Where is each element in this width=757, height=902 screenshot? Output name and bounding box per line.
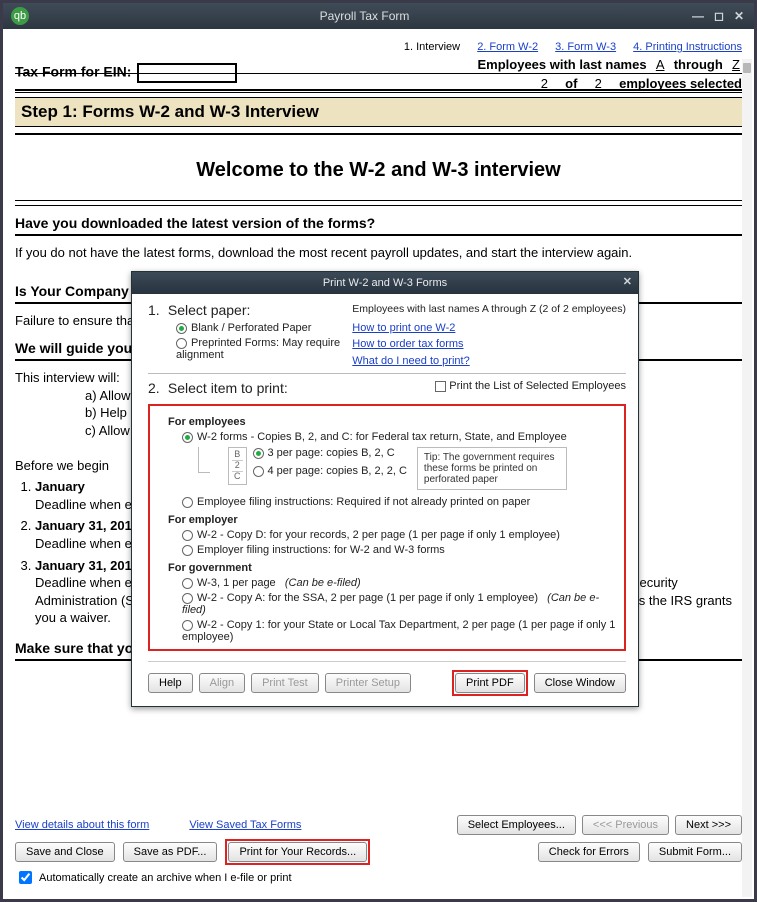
maximize-icon[interactable]: ◻ [714, 9, 724, 23]
emp-of-label: of [565, 76, 577, 91]
print-items-frame: For employees W-2 forms - Copies B, 2, a… [148, 404, 626, 651]
ein-label: Tax Form for EIN: [15, 64, 131, 80]
print-dialog: Print W-2 and W-3 Forms ✕ Employees with… [131, 271, 639, 707]
dialog-title: Print W-2 and W-3 Forms [323, 277, 447, 289]
radio-emp-instructions-label: Employee filing instructions: Required i… [197, 496, 530, 508]
radio-3-per-page-label: 3 per page: copies B, 2, C [268, 447, 395, 459]
content-area: 1. Interview 2. Form W-2 3. Form W-3 4. … [3, 29, 754, 899]
link-view-details[interactable]: View details about this form [15, 819, 149, 831]
cb-print-list[interactable] [435, 381, 446, 392]
tab-form-w3[interactable]: 3. Form W-3 [555, 41, 616, 53]
radio-w2-copy-a[interactable] [182, 593, 193, 604]
step1-title: Step 1: Forms W-2 and W-3 Interview [15, 97, 742, 127]
help-button[interactable]: Help [148, 673, 193, 693]
radio-w2-copy-a-label: W-2 - Copy A: for the SSA, 2 per page (1… [197, 592, 538, 604]
welcome-heading: Welcome to the W-2 and W-3 interview [15, 141, 742, 196]
align-button[interactable]: Align [199, 673, 245, 693]
radio-w2-copy-1-label: W-2 - Copy 1: for your State or Local Ta… [182, 619, 615, 643]
auto-archive-row: Automatically create an archive when I e… [15, 868, 292, 887]
dialog-help-links: Employees with last names A through Z (2… [352, 302, 626, 369]
sub-employer: For employer [168, 514, 620, 526]
section-download: Have you downloaded the latest version o… [15, 212, 742, 236]
deadline1-title: January [35, 479, 85, 494]
emp-sel-count: 2 [531, 76, 558, 91]
dialog-close-icon[interactable]: ✕ [623, 275, 632, 288]
tab-interview[interactable]: 1. Interview [404, 41, 460, 53]
emp-range-to: Z [730, 57, 742, 72]
minimize-icon[interactable]: — [692, 9, 704, 23]
select-employees-button[interactable]: Select Employees... [457, 815, 576, 835]
check-errors-button[interactable]: Check for Errors [538, 842, 640, 862]
radio-4-per-page[interactable] [253, 466, 264, 477]
sub-government: For government [168, 562, 620, 574]
radio-emp-instructions[interactable] [182, 497, 193, 508]
link-how-print-one[interactable]: How to print one W-2 [352, 320, 626, 337]
radio-w2-copies-b2c-label: W-2 forms - Copies B, 2, and C: for Fede… [197, 431, 567, 443]
save-close-button[interactable]: Save and Close [15, 842, 115, 862]
radio-w2-copies-b2c[interactable] [182, 432, 193, 443]
emp-sel-total: 2 [585, 76, 612, 91]
emp-range-from: A [654, 57, 667, 72]
deadline3-title: January 31, 2019 [35, 558, 139, 573]
dialog-emp-summary: Employees with last names A through Z (2… [352, 302, 626, 318]
dialog-title-bar: Print W-2 and W-3 Forms ✕ [132, 272, 638, 294]
guide-before: Before we begin [15, 458, 109, 473]
tab-form-w2[interactable]: 2. Form W-2 [477, 41, 538, 53]
radio-w3-label: W-3, 1 per page [197, 577, 276, 589]
emp-range-label: Employees with last names [478, 57, 647, 72]
auto-archive-label: Automatically create an archive when I e… [39, 872, 292, 884]
radio-3-per-page[interactable] [253, 448, 264, 459]
link-how-order[interactable]: How to order tax forms [352, 336, 626, 353]
print-pdf-button[interactable]: Print PDF [455, 673, 525, 693]
radio-blank-paper[interactable] [176, 323, 187, 334]
radio-w2-copy-d[interactable] [182, 530, 193, 541]
radio-blank-paper-label: Blank / Perforated Paper [191, 322, 311, 334]
print-test-button[interactable]: Print Test [251, 673, 319, 693]
deadline2-title: January 31, 2019 [35, 518, 139, 533]
radio-w3[interactable] [182, 578, 193, 589]
close-icon[interactable]: ✕ [734, 9, 744, 23]
guide-intro: This interview will: [15, 370, 120, 385]
radio-preprinted[interactable] [176, 338, 187, 349]
title-bar: qb Payroll Tax Form — ◻ ✕ [3, 3, 754, 29]
next-button[interactable]: Next >>> [675, 815, 742, 835]
sub-employees: For employees [168, 416, 620, 428]
w3-efile-note: (Can be e-filed) [285, 577, 361, 589]
app-window: qb Payroll Tax Form — ◻ ✕ 1. Interview 2… [0, 0, 757, 902]
radio-preprinted-label: Preprinted Forms: May require alignment [176, 337, 340, 361]
auto-archive-checkbox[interactable] [19, 871, 32, 884]
emp-through-label: through [674, 57, 723, 72]
radio-employer-instr-label: Employer filing instructions: for W-2 an… [197, 544, 445, 556]
scrollbar[interactable] [742, 59, 752, 897]
window-title: Payroll Tax Form [37, 9, 692, 23]
radio-4-per-page-label: 4 per page: copies B, 2, 2, C [268, 465, 407, 477]
close-window-button[interactable]: Close Window [534, 673, 626, 693]
paper-preview-icon: B2C [228, 447, 247, 485]
previous-button[interactable]: <<< Previous [582, 815, 669, 835]
app-icon: qb [11, 7, 29, 25]
cb-print-list-label: Print the List of Selected Employees [449, 380, 626, 392]
radio-w2-copy-d-label: W-2 - Copy D: for your records, 2 per pa… [197, 529, 560, 541]
save-pdf-button[interactable]: Save as PDF... [123, 842, 218, 862]
section-download-body: If you do not have the latest forms, dow… [15, 244, 742, 262]
link-what-print[interactable]: What do I need to print? [352, 353, 626, 370]
tab-row: 1. Interview 2. Form W-2 3. Form W-3 4. … [15, 37, 742, 57]
radio-employer-instr[interactable] [182, 545, 193, 556]
printer-setup-button[interactable]: Printer Setup [325, 673, 411, 693]
emp-sel-suffix: employees selected [619, 76, 742, 91]
radio-w2-copy-1[interactable] [182, 620, 193, 631]
submit-form-button[interactable]: Submit Form... [648, 842, 742, 862]
ein-input[interactable] [137, 63, 237, 83]
print-records-button[interactable]: Print for Your Records... [228, 842, 367, 862]
tip-box: Tip: The government requires these forms… [417, 447, 567, 490]
link-view-saved[interactable]: View Saved Tax Forms [189, 819, 301, 831]
tab-printing-instructions[interactable]: 4. Printing Instructions [633, 41, 742, 53]
